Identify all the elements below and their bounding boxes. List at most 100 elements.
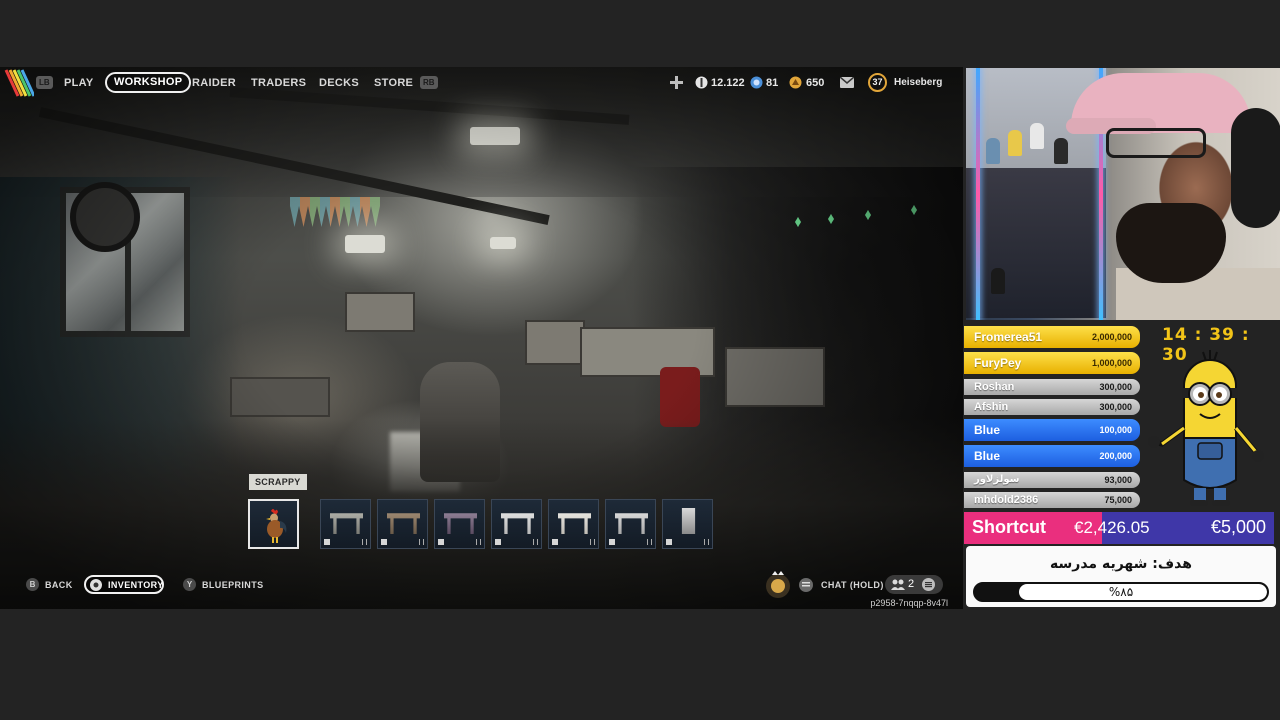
nav-workshop[interactable]: WORKSHOP	[105, 72, 192, 93]
inventory-slot-workbench[interactable]	[548, 499, 599, 549]
slot-type-icon	[324, 539, 330, 545]
donor-name: Blue	[974, 423, 1001, 437]
blue-currency-icon	[750, 76, 763, 89]
inventory-slot-workbench[interactable]	[491, 499, 542, 549]
figure-toy	[1054, 138, 1068, 164]
workbench-icon	[387, 513, 420, 534]
slot-type-icon	[609, 539, 615, 545]
inventory-slot-workbench[interactable]	[605, 499, 656, 549]
workbench-icon	[501, 513, 534, 534]
workbench-icon	[681, 508, 696, 534]
shelf	[966, 168, 1106, 318]
donor-row: FuryPey 1,000,000	[964, 352, 1140, 374]
player-level-badge: 37	[868, 73, 887, 92]
donor-row: Blue 200,000	[964, 445, 1140, 467]
inventory-slot-workbench[interactable]	[662, 499, 713, 549]
party-count: 2	[908, 578, 915, 590]
inventory-label: INVENTORY	[108, 580, 164, 590]
workbench-icon	[615, 513, 648, 534]
goal-name: Shortcut	[972, 517, 1046, 537]
slot-type-icon	[666, 539, 672, 545]
menu-icon	[922, 578, 935, 591]
donor-name: Roshan	[974, 381, 1015, 393]
donor-name: سولزلاور	[974, 474, 1020, 485]
rb-button-hint[interactable]: RB	[420, 76, 438, 89]
chat-icon	[799, 578, 813, 592]
webcam-feed	[966, 68, 1280, 320]
slot-menu-icon	[647, 539, 652, 545]
donor-amount: 100,000	[1099, 425, 1132, 435]
donation-goal-bar: Shortcut €2,426.05 €5,000	[964, 512, 1274, 544]
back-button[interactable]: BACK	[45, 579, 73, 591]
led-strip	[976, 68, 980, 320]
game-logo-icon	[4, 69, 34, 97]
streamer-glasses	[1106, 128, 1206, 158]
party-indicator[interactable]: 2	[885, 575, 943, 594]
gold-currency-amount: 650	[806, 77, 825, 89]
nav-traders[interactable]: TRADERS	[251, 75, 306, 91]
streamer-beard	[1116, 203, 1226, 283]
slot-menu-icon	[533, 539, 538, 545]
slot-type-icon	[438, 539, 444, 545]
goal-title: هدف: شهریه مدرسه	[1050, 556, 1192, 572]
donor-row: سولزلاور 93,000	[964, 472, 1140, 488]
minion-mascot-icon	[1148, 350, 1264, 506]
donor-name: Afshin	[974, 401, 1009, 413]
slot-menu-icon	[590, 539, 595, 545]
controls-icon[interactable]	[670, 76, 683, 89]
goal-current-amount: €2,426.05	[1074, 518, 1150, 537]
inventory-slot-workbench[interactable]	[320, 499, 371, 549]
blue-currency-amount: 81	[766, 77, 779, 89]
inventory-tab[interactable]: INVENTORY	[84, 575, 164, 594]
figure-toy	[991, 268, 1005, 294]
slot-type-icon	[495, 539, 501, 545]
nav-raider[interactable]: RAIDER	[192, 75, 236, 91]
donor-row: mhdold2386 75,000	[964, 492, 1140, 508]
session-id: p2958-7nqqp-8v47l	[870, 598, 948, 608]
b-button-icon: B	[26, 578, 39, 591]
donor-amount: 2,000,000	[1091, 332, 1132, 342]
workbench-icon	[330, 513, 363, 534]
donor-row: Blue 100,000	[964, 419, 1140, 441]
stream-frame: LB PLAY WORKSHOP RAIDER TRADERS DECKS ST…	[0, 0, 1280, 720]
slot-menu-icon	[476, 539, 481, 545]
donor-name: mhdold2386	[974, 494, 1039, 506]
donor-row: Roshan 300,000	[964, 379, 1140, 395]
figure-toy	[1008, 130, 1022, 156]
blueprints-button[interactable]: BLUEPRINTS	[202, 579, 264, 591]
goal-percent: %۸۵	[1108, 585, 1134, 599]
player-name[interactable]: Heiseberg	[894, 75, 942, 91]
slot-menu-icon	[362, 539, 367, 545]
nav-play[interactable]: PLAY	[64, 75, 94, 91]
inventory-slot-workbench[interactable]	[434, 499, 485, 549]
donor-row: Afshin 300,000	[964, 399, 1140, 415]
party-icon	[891, 579, 905, 590]
streamer-headset	[1231, 108, 1280, 228]
nav-decks[interactable]: DECKS	[319, 75, 359, 91]
mail-icon[interactable]	[840, 77, 854, 88]
inventory-slot-workbench[interactable]	[377, 499, 428, 549]
donor-amount: 300,000	[1099, 402, 1132, 412]
character-avatar-icon[interactable]	[765, 569, 791, 599]
rooster-icon	[266, 509, 287, 543]
workbench-icon	[558, 513, 591, 534]
donor-name: Blue	[974, 449, 1001, 463]
donor-amount: 300,000	[1099, 382, 1132, 392]
lb-button-hint[interactable]: LB	[36, 76, 53, 89]
figure-toy	[1030, 123, 1044, 149]
inventory-icon	[90, 579, 102, 591]
slot-menu-icon	[419, 539, 424, 545]
slot-type-icon	[552, 539, 558, 545]
nav-store[interactable]: STORE	[374, 75, 413, 91]
donor-amount: 93,000	[1104, 475, 1132, 485]
goal-progress-track: %۸۵	[973, 582, 1269, 602]
coin-icon	[695, 76, 708, 89]
inventory-slot-scrappy[interactable]	[248, 499, 299, 549]
donor-amount: 1,000,000	[1091, 358, 1132, 368]
goal-target-amount: €5,000	[1210, 517, 1266, 537]
goal-progress-box: هدف: شهریه مدرسه %۸۵	[966, 546, 1276, 607]
donor-amount: 200,000	[1099, 451, 1132, 461]
donor-amount: 75,000	[1104, 495, 1132, 505]
chat-hold-button[interactable]: CHAT (HOLD)	[821, 579, 884, 591]
slot-type-icon	[381, 539, 387, 545]
